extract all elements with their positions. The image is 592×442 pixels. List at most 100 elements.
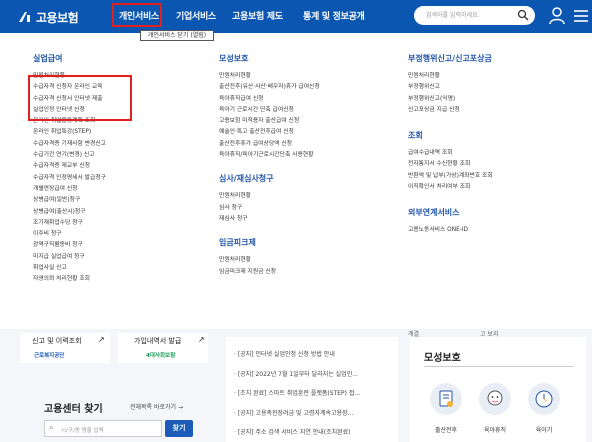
search-icon: ⌕	[49, 423, 54, 432]
site-logo[interactable]: 고용보험	[17, 7, 79, 27]
menu-list-wage-peak: 민원처리현황 임금피크제 지원금 신청	[219, 255, 320, 278]
menu-list-report: 민원처리현황 부정행위신고 부정행위신고(익명) 신고포상금 지급 신청	[408, 71, 493, 116]
childcare-icon[interactable]	[479, 383, 511, 415]
logo-icon	[19, 12, 30, 22]
menu-list-maternity: 민원처리현황 출산전후(유산·사산·배우자)휴가 급여신청 육아휴직급여 신청 육아기…	[219, 71, 320, 161]
external-link-icon: ↗	[98, 335, 105, 344]
menu-col-report: 부정행위신고/신고포상금 민원처리현황 부정행위신고 부정행위신고(익명) 신고포상금…	[408, 53, 493, 237]
mega-menu: 실업급여 민원처리현황 수급자격 신청자 온라인 교육 수급자격 신청서 인터넷 제…	[0, 33, 592, 329]
menu-title-external: 외부연계서비스	[408, 208, 460, 218]
search-placeholder: 검색어를 입력하세요.	[426, 12, 480, 19]
nav-statistics[interactable]: 통계 및 정보공개	[303, 9, 365, 22]
inquiry-menu-item[interactable]: 반환액 및 납부(가상)계좌번호 조회	[408, 171, 493, 182]
unemployment-menu-item[interactable]: 자영의뢰 처리현황 조회	[33, 274, 106, 285]
logo-text: 고용보험	[36, 10, 79, 25]
highlight-box	[28, 75, 132, 121]
notice-text[interactable]: [공지] 인터넷 실업인정 신청 방법 안내	[238, 351, 335, 358]
maternity-card: 모성보호 출산전후 육아휴직 육아기	[410, 337, 586, 442]
notice-text[interactable]: [조치 완료] 스마트 취업훈련 플랫폼(STEP) 접...	[238, 390, 360, 397]
center-more-link[interactable]: 전체목록 바로가기 →	[130, 402, 183, 411]
notice-item[interactable]: · [공지] 고용촉진장려금 및 고령자계속고용장...	[234, 408, 353, 417]
inquiry-menu-item[interactable]: 전자통지서 수신현황 조회	[408, 159, 493, 170]
nav-business-service[interactable]: 기업서비스	[176, 9, 216, 22]
org-4insure: 4대사회보험	[146, 353, 176, 359]
report-menu-item[interactable]: 부정행위신고	[408, 82, 493, 93]
menu-col-maternity: 모성보호 민원처리현황 출산전후(유산·사산·배우자)휴가 급여신청 육아휴직급여 …	[219, 53, 320, 278]
notice-text[interactable]: [공지] 주소 검색 서비스 지연 안내(조치완료)	[238, 429, 351, 436]
menu-list-appeal: 민원처리현황 심사 청구 재심사 청구	[219, 191, 320, 225]
unemployment-menu-item[interactable]: 수급자격증 재교부 신청	[33, 161, 106, 172]
report-menu-item[interactable]: 신고포상금 지급 신청	[408, 105, 493, 116]
inquiry-menu-item[interactable]: 이직확인서 처리여부 조회	[408, 182, 493, 193]
unemployment-menu-item[interactable]: 광역구직활동비 청구	[33, 240, 106, 251]
wage-peak-menu-item[interactable]: 임금피크제 지원금 신청	[219, 267, 320, 278]
divider	[424, 366, 574, 367]
center-search-placeholder: 시/구/동 명을 입력	[61, 428, 104, 434]
center-finder-title: 고용센터 찾기	[44, 404, 103, 415]
notice-text[interactable]: [공지] 고용촉진장려금 및 고령자계속고용장...	[238, 410, 354, 417]
unemployment-menu-item[interactable]: 이주비 청구	[33, 229, 106, 240]
menu-list-external: 고용노동서비스 ONE-ID	[408, 225, 493, 236]
unemployment-menu-item[interactable]: 개별연장급여 신청	[33, 184, 106, 195]
menu-list-inquiry: 급여수급내역 조회 전자통지서 수신현황 조회 반환액 및 납부(가상)계좌번호 조…	[408, 148, 493, 193]
report-menu-item[interactable]: 부정행위신고(익명)	[408, 94, 493, 105]
unemployment-menu-item[interactable]: 수급자격증 기재사항 변경신고	[33, 139, 106, 150]
menu-title-wage-peak: 임금피크제	[219, 238, 256, 248]
menu-title-inquiry: 조회	[408, 131, 423, 141]
child-period-icon[interactable]	[528, 383, 560, 415]
menu-title-maternity: 모성보호	[219, 54, 249, 63]
maternity-menu-item[interactable]: 민원처리현황	[219, 71, 320, 82]
maternity-title: 모성보호	[424, 353, 461, 364]
user-icon[interactable]	[548, 6, 566, 26]
appeal-menu-item[interactable]: 민원처리현황	[219, 191, 320, 202]
notice-item[interactable]: · [공지] 주소 검색 서비스 지연 안내(조치완료)	[234, 427, 351, 436]
maternity-menu-item[interactable]: 예술인·특고 출산전후급여 신청	[219, 127, 320, 138]
main-page-content: 계결 고 보지 신고 및 이력조회 ↗ 근로복지공단 가입내역서 발급 ↗ 4대…	[0, 329, 592, 442]
maternity-item-child-period[interactable]: 육아기	[524, 425, 564, 434]
external-link-icon: ↗	[198, 335, 205, 344]
notice-item[interactable]: · [공지] 인터넷 실업인정 신청 방법 안내	[234, 349, 335, 358]
external-menu-item[interactable]: 고용노동서비스 ONE-ID	[408, 225, 493, 236]
unemployment-menu-item[interactable]: 조기재취업수당 청구	[33, 218, 106, 229]
appeal-menu-item[interactable]: 심사 청구	[219, 203, 320, 214]
notice-text[interactable]: [공지] 2022년 7월 1일부터 달라지는 실업인...	[238, 371, 358, 378]
maternity-menu-item[interactable]: 출산전후(유산·사산·배우자)휴가 급여신청	[219, 82, 320, 93]
maternity-menu-item[interactable]: 육아기 근로시간 단축 급여신청	[219, 105, 320, 116]
appeal-menu-item[interactable]: 재심사 청구	[219, 214, 320, 225]
unemployment-menu-item[interactable]: 수급자격 인정명세서 발급청구	[33, 173, 106, 184]
unemployment-menu-item[interactable]: 상병급여(출산시)청구	[33, 207, 106, 218]
link-card-history[interactable]: 신고 및 이력조회 ↗ 근로복지공단	[20, 333, 110, 363]
search-input[interactable]: 검색어를 입력하세요.	[414, 6, 535, 25]
maternity-item-birth[interactable]: 출산전후	[426, 425, 466, 434]
menu-icon[interactable]	[572, 6, 590, 26]
maternity-menu-item[interactable]: 육아휴직급여 신청	[219, 94, 320, 105]
inquiry-menu-item[interactable]: 급여수급내역 조회	[408, 148, 493, 159]
maternity-item-childcare[interactable]: 육아휴직	[475, 425, 515, 434]
link-card-certificate[interactable]: 가입내역서 발급 ↗ 4대사회보험	[118, 333, 208, 363]
wage-peak-menu-item[interactable]: 민원처리현황	[219, 255, 320, 266]
maternity-menu-item[interactable]: 고용보험 미적용자 출산급여 신청	[219, 116, 320, 127]
link-history-label[interactable]: 신고 및 이력조회	[32, 336, 82, 346]
nav-highlight-box	[112, 3, 162, 27]
unemployment-menu-item[interactable]: 상병급여(일반)청구	[33, 195, 106, 206]
notice-item[interactable]: · [공지] 2022년 7월 1일부터 달라지는 실업인...	[234, 369, 358, 378]
unemployment-menu-item[interactable]: 취업사실 신고	[33, 263, 106, 274]
maternity-menu-item[interactable]: 육아휴직/육아기근로시간단축 사용현황	[219, 150, 320, 161]
unemployment-menu-item[interactable]: 미지급 실업급여 청구	[33, 252, 106, 263]
top-header: 고용보험 개인서비스 기업서비스 고용보험 제도 통계 및 정보공개 검색어를 …	[0, 0, 592, 33]
report-menu-item[interactable]: 민원처리현황	[408, 71, 493, 82]
link-certificate-label[interactable]: 가입내역서 발급	[134, 336, 181, 346]
center-search-input[interactable]: ⌕ 시/구/동 명을 입력	[44, 420, 162, 437]
menu-title-unemployment: 실업급여	[33, 54, 63, 63]
menu-title-report: 부정행위신고/신고포상금	[408, 54, 492, 63]
unemployment-menu-item[interactable]: 온라인 취업특강(STEP)	[33, 127, 106, 138]
notice-list: · [공지] 인터넷 실업인정 신청 방법 안내 · [공지] 2022년 7월 …	[226, 337, 398, 442]
search-icon[interactable]	[517, 9, 529, 21]
center-search-button[interactable]: 찾기	[165, 420, 193, 437]
maternity-menu-item[interactable]: 출산전후휴가 급여상당액 신청	[219, 139, 320, 150]
birth-icon[interactable]	[430, 383, 462, 415]
unemployment-menu-item[interactable]: 수급기간 연기(변경) 신고	[33, 150, 106, 161]
org-comwel: 근로복지공단	[34, 353, 65, 359]
nav-insurance-system[interactable]: 고용보험 제도	[232, 9, 283, 22]
notice-item[interactable]: · [조치 완료] 스마트 취업훈련 플랫폼(STEP) 접...	[234, 388, 360, 397]
